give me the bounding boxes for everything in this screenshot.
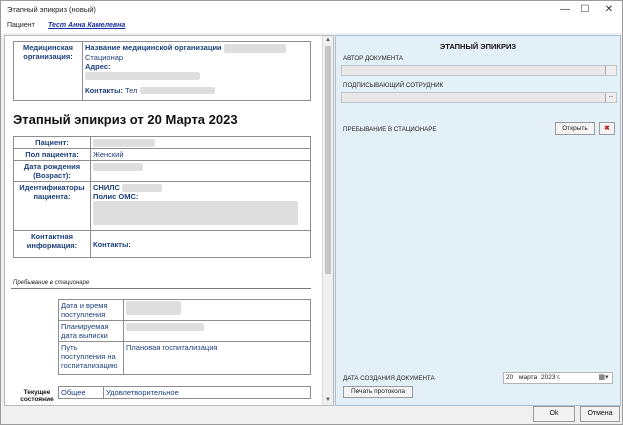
oms-label: Полис ОМС: bbox=[93, 192, 139, 202]
stay-label: ПРЕБЫВАНИЕ В СТАЦИОНАРЕ bbox=[343, 126, 437, 133]
cancel-button[interactable]: Отмена bbox=[580, 406, 620, 422]
org-label: Медицинская организация: bbox=[13, 41, 83, 101]
redacted-block bbox=[93, 163, 143, 172]
route-label: Путь поступления на госпитализацию bbox=[58, 341, 124, 375]
document-heading: Этапный эпикриз от 20 Марта 2023 bbox=[13, 112, 238, 127]
redacted-block bbox=[85, 71, 200, 80]
scroll-down-arrow-icon[interactable]: ▼ bbox=[323, 396, 333, 405]
author-field[interactable] bbox=[341, 65, 617, 76]
condition-type: Общее bbox=[58, 386, 104, 399]
open-button[interactable]: Открыть bbox=[555, 122, 595, 135]
signer-label: ПОДПИСЫВАЮЩИЙ СОТРУДНИК bbox=[343, 82, 444, 89]
redacted-block bbox=[139, 87, 215, 95]
signer-field[interactable]: ... bbox=[341, 92, 617, 103]
panel-title: ЭТАПНЫЙ ЭПИКРИЗ bbox=[439, 42, 517, 51]
document-preview[interactable]: Медицинская организация: Название медици… bbox=[4, 35, 334, 406]
dialog-window: Этапный эпикриз (новый) — ☐ ✕ Пациент Те… bbox=[0, 0, 623, 425]
redacted-block bbox=[223, 43, 286, 53]
discharge-label: Планируемая дата выписки bbox=[58, 320, 124, 342]
organization-table: Медицинская организация: Название медици… bbox=[13, 41, 311, 101]
ok-button[interactable]: Ok bbox=[533, 406, 575, 422]
contact-info-value: Контакты: bbox=[90, 230, 311, 259]
properties-panel: ЭТАПНЫЙ ЭПИКРИЗ АВТОР ДОКУМЕНТА ПОДПИСЫВ… bbox=[335, 35, 621, 406]
redacted-block bbox=[126, 301, 181, 315]
sex-value: Женский bbox=[90, 148, 311, 162]
patient-label: Пациент bbox=[7, 22, 35, 29]
author-select-button[interactable] bbox=[605, 66, 616, 75]
calendar-icon[interactable]: ▦▾ bbox=[596, 373, 611, 383]
contact-info-label: Контактная информация: bbox=[13, 230, 91, 259]
admission-label: Дата и время поступления bbox=[58, 299, 124, 321]
date-year: 2023 г. bbox=[541, 374, 561, 381]
print-protocol-button[interactable]: Печать протокола bbox=[343, 386, 413, 398]
condition-value: Удовлетворительное bbox=[103, 386, 311, 399]
scroll-up-arrow-icon[interactable]: ▲ bbox=[323, 36, 333, 45]
document-scrollbar[interactable]: ▲ ▼ bbox=[322, 36, 333, 405]
scroll-thumb[interactable] bbox=[325, 46, 331, 274]
date-month: марта bbox=[519, 374, 538, 381]
patient-bar: Пациент Тест Анна Камелевна bbox=[1, 19, 622, 33]
redacted-block bbox=[122, 184, 162, 193]
ids-label: Идентификаторы пациента: bbox=[13, 181, 91, 232]
signer-select-button[interactable]: ... bbox=[605, 93, 616, 102]
maximize-button[interactable]: ☐ bbox=[574, 2, 596, 18]
section-divider bbox=[11, 288, 311, 289]
redacted-block bbox=[93, 201, 298, 226]
patient-table: Пациент: Пол пациента: Женский Дата рожд… bbox=[13, 135, 311, 259]
org-name-label: Название медицинской организации bbox=[85, 43, 222, 52]
contacts-value: Тел bbox=[124, 85, 138, 95]
patient-name-link[interactable]: Тест Анна Камелевна bbox=[48, 22, 125, 29]
clear-icon[interactable]: ✖ bbox=[599, 122, 615, 135]
minimize-button[interactable]: — bbox=[554, 2, 576, 18]
org-details: Название медицинской организации Стацион… bbox=[82, 41, 311, 101]
snils-label: СНИЛС bbox=[93, 183, 120, 193]
address-label: Адрес: bbox=[85, 61, 111, 71]
date-day: 20 bbox=[506, 374, 514, 381]
condition-label: Текущее состояние bbox=[20, 389, 54, 403]
created-date-label: ДАТА СОЗДАНИЯ ДОКУМЕНТА bbox=[343, 375, 435, 382]
window-title: Этапный эпикриз (новый) bbox=[7, 5, 96, 14]
route-value: Плановая госпитализация bbox=[123, 341, 311, 375]
author-label: АВТОР ДОКУМЕНТА bbox=[343, 55, 404, 62]
birth-label: Дата рождения (Возраст): bbox=[13, 160, 91, 183]
stay-table: Дата и время поступления Планируемая дат… bbox=[58, 299, 311, 375]
created-date-field[interactable]: 20 марта 2023 г. ▦▾ bbox=[503, 372, 613, 384]
sex-label: Пол пациента: bbox=[13, 148, 91, 162]
org-type: Стационар bbox=[85, 52, 124, 62]
condition-table: Общее Удовлетворительное bbox=[58, 386, 311, 399]
close-button[interactable]: ✕ bbox=[598, 2, 620, 18]
title-bar: Этапный эпикриз (новый) — ☐ ✕ bbox=[1, 1, 622, 19]
redacted-block bbox=[93, 139, 155, 148]
contacts-label: Контакты: bbox=[85, 85, 123, 95]
patient-field-label: Пациент: bbox=[13, 135, 91, 150]
stay-section-title: Пребывание в стационаре bbox=[13, 280, 90, 286]
redacted-block bbox=[126, 323, 204, 332]
